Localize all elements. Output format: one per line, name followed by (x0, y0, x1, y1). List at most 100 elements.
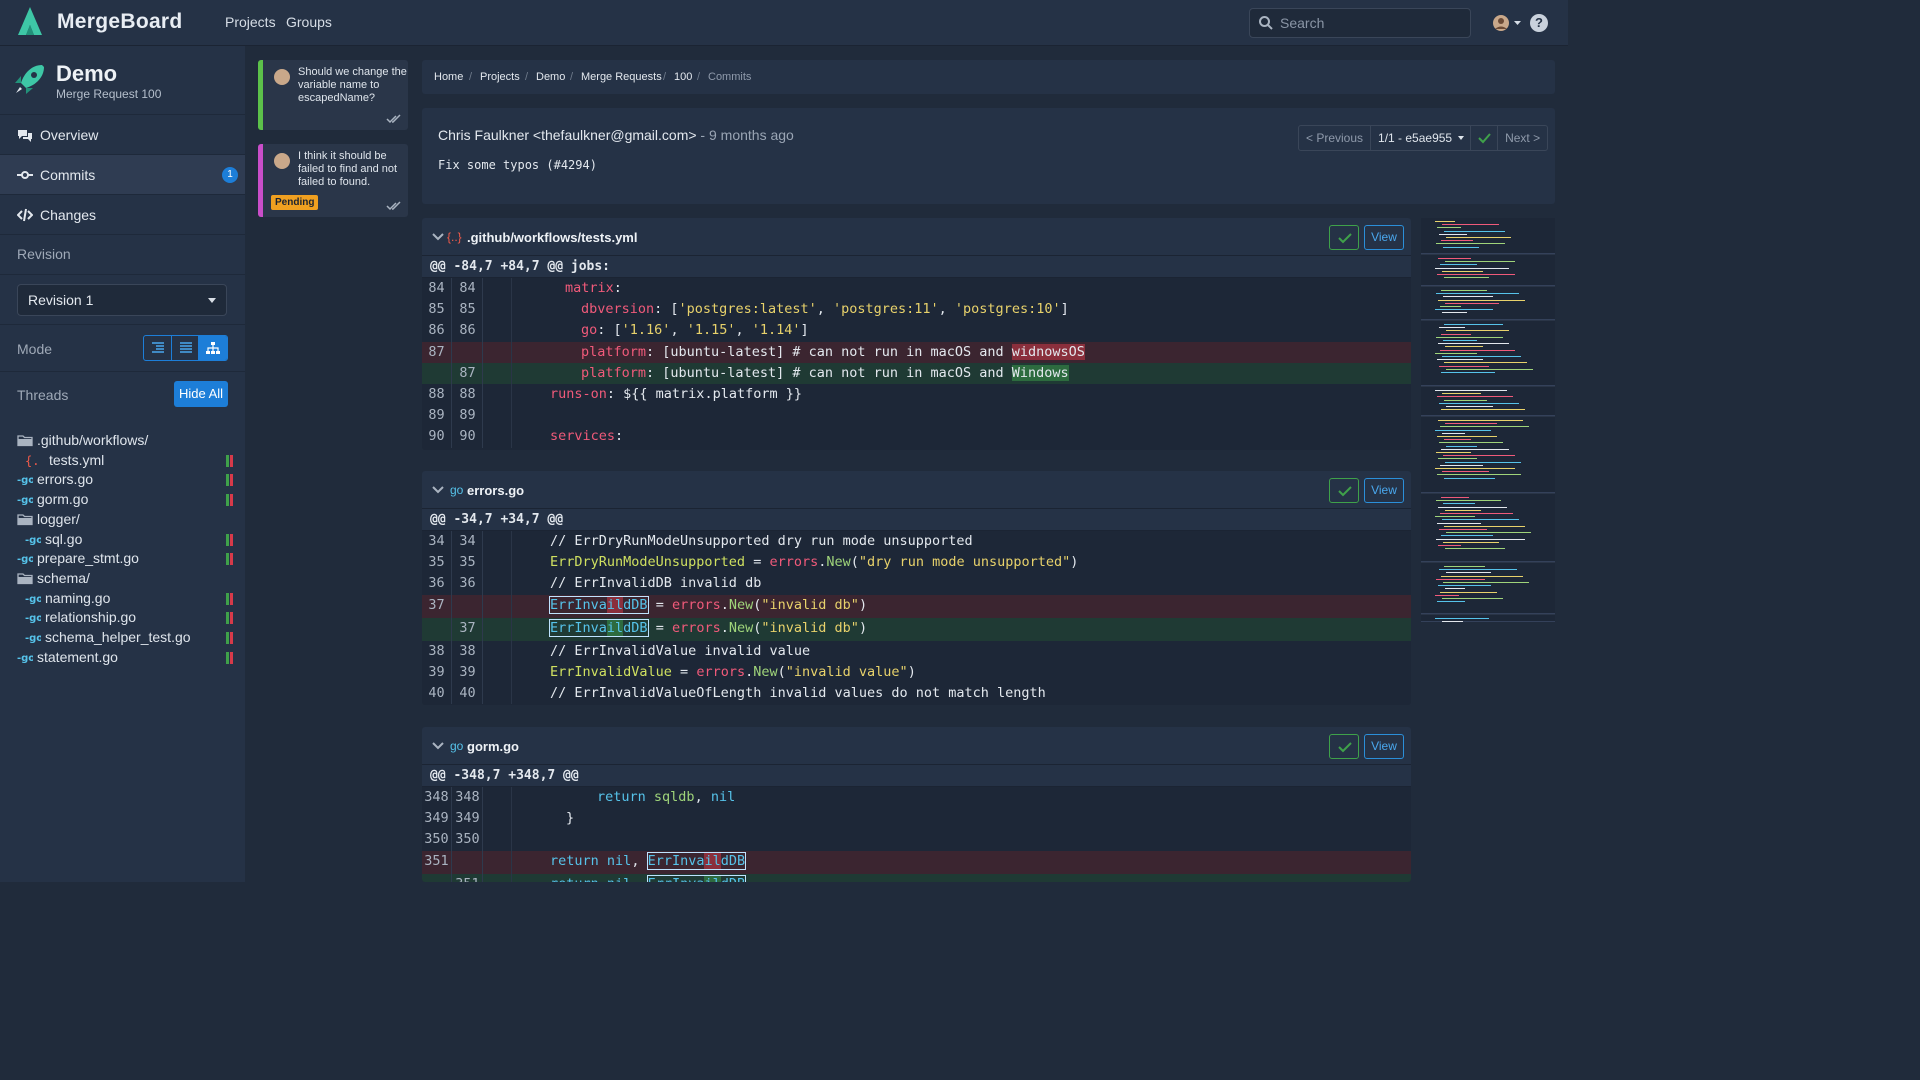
old-line-number[interactable] (422, 617, 452, 641)
nav-projects[interactable]: Projects (225, 14, 276, 30)
new-line-number[interactable]: 351 (453, 873, 483, 882)
breadcrumb-mr-100[interactable]: 100 (674, 71, 692, 83)
new-line-number[interactable]: 87 (453, 362, 483, 384)
search-input[interactable] (1280, 13, 1460, 33)
previous-commit-button[interactable]: < Previous (1299, 126, 1372, 150)
breadcrumb-merge-requests[interactable]: Merge Requests (581, 71, 662, 83)
file-name[interactable]: gorm.go (467, 739, 519, 754)
old-line-number[interactable]: 34 (422, 531, 452, 553)
approve-file-button[interactable] (1329, 478, 1359, 503)
new-line-number[interactable] (453, 594, 483, 618)
old-line-number[interactable]: 40 (422, 682, 452, 705)
approve-file-button[interactable] (1329, 734, 1359, 759)
old-line-number[interactable]: 39 (422, 661, 452, 683)
old-line-number[interactable]: 85 (422, 299, 452, 321)
approve-commit-button[interactable] (1471, 126, 1499, 150)
chevron-down-icon[interactable] (432, 485, 444, 495)
old-line-number[interactable] (422, 873, 452, 882)
mode-toggle-group (143, 335, 228, 361)
mode-indent-button[interactable] (144, 336, 172, 360)
mode-tree-button[interactable] (199, 336, 227, 360)
help-icon[interactable]: ? (1530, 14, 1548, 32)
breadcrumb-projects[interactable]: Projects (480, 71, 520, 83)
new-line-number[interactable]: 88 (453, 383, 483, 406)
new-line-number[interactable]: 36 (453, 573, 483, 595)
new-line-number[interactable]: 34 (453, 531, 483, 553)
user-avatar-menu[interactable] (1492, 14, 1524, 34)
chevron-down-icon[interactable] (432, 741, 444, 751)
old-line-number[interactable] (422, 362, 452, 384)
mergeboard-logo-icon[interactable] (12, 5, 48, 41)
tree-folder[interactable]: schema/ (17, 570, 90, 588)
new-line-number[interactable]: 39 (453, 661, 483, 683)
old-line-number[interactable]: 350 (422, 829, 452, 851)
new-line-number[interactable]: 90 (453, 426, 483, 448)
old-line-number[interactable]: 86 (422, 320, 452, 342)
new-line-number[interactable]: 86 (453, 320, 483, 342)
sidebar-item-commits[interactable]: Commits 1 (0, 154, 245, 194)
tree-file[interactable]: {..} tests.yml (25, 452, 104, 470)
new-line-number[interactable]: 350 (453, 829, 483, 851)
new-line-number[interactable]: 40 (453, 682, 483, 705)
sidebar-item-changes[interactable]: Changes (0, 194, 245, 234)
old-line-number[interactable]: 84 (422, 278, 452, 300)
new-line-number[interactable]: 84 (453, 278, 483, 300)
resolved-check-icon[interactable] (386, 114, 402, 124)
hide-all-button[interactable]: Hide All (174, 381, 228, 407)
file-header[interactable]: go errors.go View (422, 471, 1411, 509)
next-commit-button[interactable]: Next > (1498, 126, 1547, 150)
old-line-number[interactable]: 90 (422, 426, 452, 448)
new-line-number[interactable] (453, 850, 483, 874)
new-line-number[interactable]: 38 (453, 640, 483, 662)
tree-file[interactable]: -go errors.go (17, 471, 93, 489)
view-file-button[interactable]: View (1364, 478, 1404, 503)
breadcrumb-demo[interactable]: Demo (536, 71, 565, 83)
tree-file[interactable]: -go relationship.go (25, 609, 136, 627)
thread-card[interactable]: I think it should be failed to find and … (258, 144, 408, 217)
tree-file[interactable]: -go naming.go (25, 590, 110, 608)
new-line-number[interactable]: 35 (453, 552, 483, 574)
old-line-number[interactable]: 88 (422, 383, 452, 406)
brand-name[interactable]: MergeBoard (57, 10, 183, 34)
diff-minimap[interactable] (1421, 218, 1555, 623)
commit-select[interactable]: 1/1 - e5ae955 (1371, 126, 1472, 150)
sidebar-item-overview[interactable]: Overview (0, 114, 245, 154)
tree-file[interactable]: -go prepare_stmt.go (17, 550, 139, 568)
file-name[interactable]: .github/workflows/tests.yml (467, 230, 637, 245)
search-box[interactable] (1249, 8, 1471, 38)
new-line-number[interactable]: 89 (453, 405, 483, 427)
mode-list-button[interactable] (172, 336, 200, 360)
old-line-number[interactable]: 37 (422, 594, 452, 618)
resolved-check-icon[interactable] (386, 201, 402, 211)
old-line-number[interactable]: 38 (422, 640, 452, 662)
file-header[interactable]: {..} .github/workflows/tests.yml View (422, 218, 1411, 256)
revision-select[interactable]: Revision 1 (17, 284, 227, 316)
view-file-button[interactable]: View (1364, 225, 1404, 250)
tree-folder[interactable]: logger/ (17, 511, 80, 529)
new-line-number[interactable] (453, 341, 483, 363)
new-line-number[interactable]: 37 (453, 617, 483, 641)
file-header[interactable]: go gorm.go View (422, 727, 1411, 765)
old-line-number[interactable]: 351 (422, 850, 452, 874)
old-line-number[interactable]: 349 (422, 808, 452, 830)
tree-file[interactable]: -go schema_helper_test.go (25, 629, 191, 647)
tree-file[interactable]: -go sql.go (25, 531, 82, 549)
chevron-down-icon[interactable] (432, 232, 444, 242)
new-line-number[interactable]: 348 (453, 787, 483, 809)
old-line-number[interactable]: 36 (422, 573, 452, 595)
tree-file[interactable]: -go statement.go (17, 649, 118, 667)
old-line-number[interactable]: 35 (422, 552, 452, 574)
old-line-number[interactable]: 89 (422, 405, 452, 427)
breadcrumb-home[interactable]: Home (434, 71, 463, 83)
old-line-number[interactable]: 348 (422, 787, 452, 809)
new-line-number[interactable]: 349 (453, 808, 483, 830)
new-line-number[interactable]: 85 (453, 299, 483, 321)
approve-file-button[interactable] (1329, 225, 1359, 250)
file-name[interactable]: errors.go (467, 483, 524, 498)
thread-card[interactable]: Should we change the variable name to es… (258, 60, 408, 130)
old-line-number[interactable]: 87 (422, 341, 452, 363)
view-file-button[interactable]: View (1364, 734, 1404, 759)
tree-folder[interactable]: .github/workflows/ (17, 432, 148, 450)
tree-file[interactable]: -go gorm.go (17, 491, 88, 509)
nav-groups[interactable]: Groups (286, 14, 332, 30)
